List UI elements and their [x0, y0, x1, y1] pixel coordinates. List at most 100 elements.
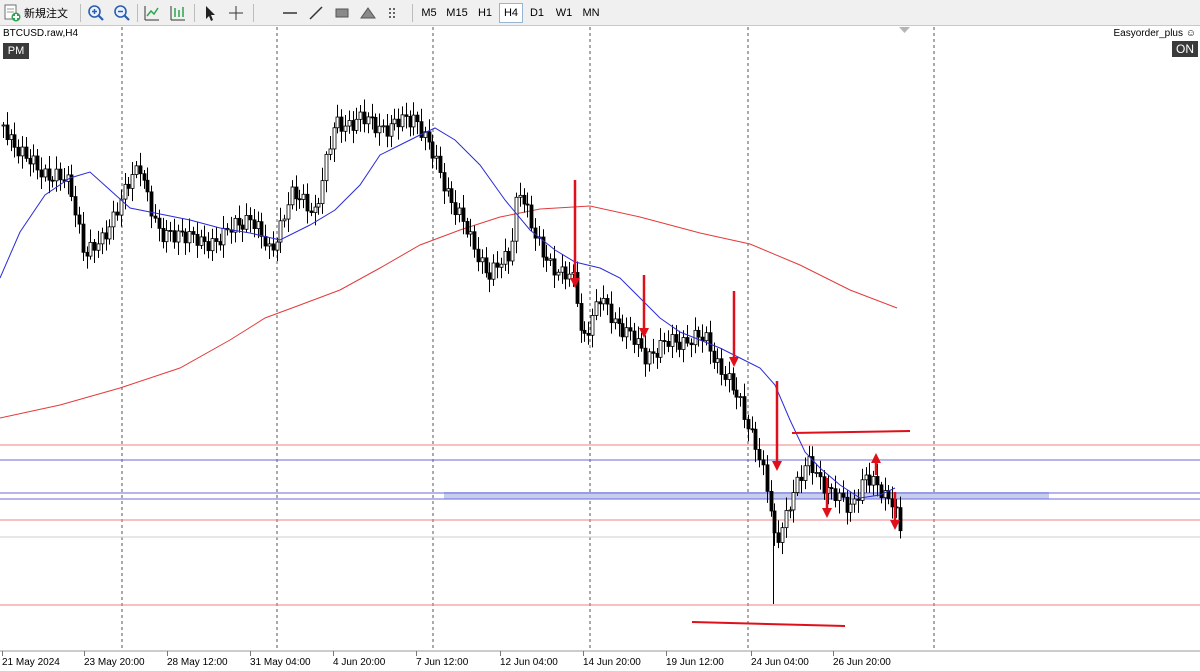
timeframe-label: D1 [529, 7, 545, 19]
timeframe-m5[interactable]: M5 [417, 3, 441, 23]
candle-body [351, 120, 356, 131]
candle-body [96, 243, 101, 251]
candle-body [332, 127, 337, 150]
candle-body [100, 232, 105, 245]
candle-body [788, 509, 793, 512]
candle-body [366, 116, 371, 125]
candle-body [864, 474, 869, 481]
zoom-out-button[interactable] [111, 3, 133, 23]
candle-body [123, 183, 128, 200]
candlestick-series [1, 99, 903, 604]
candle-body [400, 114, 405, 128]
candle-body [769, 490, 774, 512]
toolbar-separator [194, 4, 195, 22]
moving-average-slow [0, 205, 898, 419]
candle-body [875, 476, 880, 486]
candle-body [476, 248, 481, 263]
candle-body [320, 180, 325, 205]
candle-body [381, 125, 386, 128]
candle-body [468, 231, 473, 235]
zoom-in-button[interactable] [85, 3, 107, 23]
price-chart[interactable]: 21 May 2024 23 May 20:00 28 May 12:00 31 Ma… [0, 27, 1200, 671]
down-arrow-head [772, 461, 782, 471]
candle-body [449, 188, 454, 204]
candle-body [438, 155, 443, 173]
chart-shift-button[interactable] [141, 3, 163, 23]
candle-body [28, 157, 33, 165]
timeframe-mn[interactable]: MN [579, 3, 603, 23]
candle-body [138, 165, 143, 175]
candle-body [237, 217, 242, 226]
timeframe-label: M5 [421, 7, 437, 19]
time-axis-label: 31 May 04:00 [250, 657, 311, 668]
timeframe-w1[interactable]: W1 [551, 3, 577, 23]
candle-body [590, 315, 595, 336]
timeframe-h4[interactable]: H4 [499, 3, 523, 23]
candle-body [377, 125, 382, 134]
cursor-tool-button[interactable] [199, 3, 221, 23]
candle-body [335, 116, 340, 129]
new-order-button[interactable]: 新規注文 [3, 3, 75, 23]
time-axis-label: 24 Jun 04:00 [751, 657, 809, 668]
auto-scroll-icon [169, 4, 187, 22]
triangle-button[interactable] [357, 3, 379, 23]
candle-body [829, 487, 834, 490]
candle-body [871, 476, 876, 486]
candle-body [290, 186, 295, 206]
candle-body [427, 131, 432, 143]
candle-body [560, 266, 565, 273]
candle-body [681, 337, 686, 350]
timeframe-m15[interactable]: M15 [443, 3, 471, 23]
candle-body [837, 492, 842, 501]
candle-body [153, 215, 158, 219]
candle-body [145, 179, 150, 193]
candle-body [202, 236, 207, 242]
candle-body [35, 155, 40, 171]
candle-body [392, 118, 397, 125]
candle-body [708, 332, 713, 352]
candle-body [389, 123, 394, 137]
candle-body [259, 221, 264, 237]
timeframe-label: H1 [477, 7, 493, 19]
timeframe-d1[interactable]: D1 [525, 3, 549, 23]
candle-body [107, 226, 112, 240]
time-axis-label: 12 Jun 04:00 [500, 657, 558, 668]
rectangle-button[interactable] [331, 3, 353, 23]
candle-body [814, 472, 819, 474]
candle-body [324, 153, 329, 182]
time-axis: 21 May 2024 23 May 20:00 28 May 12:00 31 Ma… [0, 650, 1200, 668]
auto-scroll-button[interactable] [167, 3, 189, 23]
text-tool-button[interactable] [383, 3, 405, 23]
candle-body [43, 168, 48, 178]
time-axis-label: 21 May 2024 [2, 657, 60, 668]
candle-body [457, 207, 462, 216]
candle-body [408, 116, 413, 128]
candle-body [651, 351, 656, 354]
ea-on-button[interactable]: ON [1172, 41, 1198, 57]
grip-icon [385, 4, 403, 22]
candle-body [275, 241, 280, 251]
resistance-trendline [791, 430, 911, 434]
timeframe-h1[interactable]: H1 [473, 3, 497, 23]
toolbar-separator [253, 4, 254, 22]
candle-body [191, 231, 196, 235]
candle-body [522, 194, 527, 205]
candle-body [199, 236, 204, 246]
candle-body [385, 125, 390, 137]
candle-body [373, 117, 378, 134]
candle-body [16, 146, 21, 157]
horizontal-line-button[interactable] [279, 3, 301, 23]
candle-body [757, 448, 762, 461]
trendline-button[interactable] [305, 3, 327, 23]
candle-body [719, 358, 724, 375]
candle-body [613, 318, 618, 324]
crosshair-tool-button[interactable] [225, 3, 247, 23]
candle-body [696, 329, 701, 338]
candle-body [689, 342, 694, 346]
candle-body [746, 419, 751, 430]
candle-body [161, 227, 166, 243]
time-axis-label: 26 Jun 20:00 [833, 657, 891, 668]
candle-body [890, 498, 895, 508]
crosshair-icon [227, 4, 245, 22]
candle-body [518, 194, 523, 198]
